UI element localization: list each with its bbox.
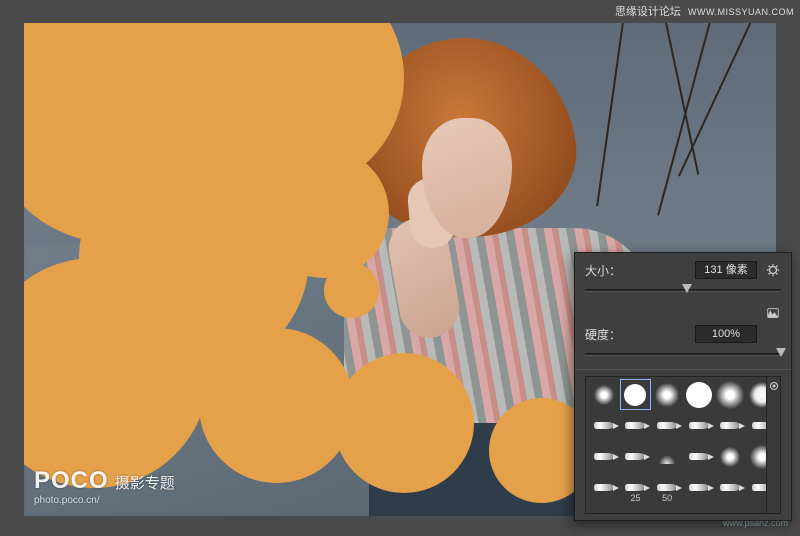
brush-stroke bbox=[324, 263, 379, 318]
brush-preset[interactable] bbox=[621, 380, 651, 409]
brush-tip-icon bbox=[594, 453, 614, 460]
brush-preset[interactable] bbox=[716, 473, 746, 502]
brush-preset[interactable] bbox=[652, 442, 682, 471]
brush-tip-icon bbox=[655, 383, 679, 407]
brush-tip-icon bbox=[657, 484, 677, 491]
flyout-icon[interactable] bbox=[765, 262, 781, 278]
brush-preset[interactable] bbox=[621, 442, 651, 471]
slider-track bbox=[585, 353, 781, 356]
brush-preset[interactable] bbox=[684, 442, 714, 471]
poco-brand: POCO bbox=[34, 467, 109, 494]
panel-divider bbox=[575, 369, 791, 370]
brush-preset[interactable] bbox=[589, 442, 619, 471]
size-input[interactable]: 131 像素 bbox=[695, 261, 757, 279]
brush-preset[interactable]: 50 bbox=[652, 473, 682, 502]
brush-stroke bbox=[199, 328, 354, 483]
brush-tip-icon bbox=[720, 422, 740, 429]
hardness-input[interactable]: 100% bbox=[695, 325, 757, 343]
brush-preset[interactable] bbox=[621, 411, 651, 440]
poco-url: photo.poco.cn/ bbox=[34, 495, 175, 506]
watermark-poco: POCO 摄影专题 photo.poco.cn/ bbox=[34, 467, 175, 506]
brush-tip-icon bbox=[594, 422, 614, 429]
size-slider[interactable] bbox=[585, 283, 781, 297]
brush-preset[interactable] bbox=[716, 411, 746, 440]
brush-tip-icon bbox=[594, 385, 614, 405]
brush-preset[interactable]: 25 bbox=[621, 473, 651, 502]
brush-tip-icon bbox=[689, 453, 709, 460]
preset-size-label: 50 bbox=[652, 493, 682, 503]
brush-preset[interactable] bbox=[716, 380, 746, 409]
brush-tip-icon bbox=[625, 453, 645, 460]
watermark-top-url: WWW.MISSYUAN.COM bbox=[688, 7, 794, 17]
brush-stroke bbox=[259, 148, 389, 278]
brush-preset[interactable] bbox=[589, 473, 619, 502]
brush-tip-icon bbox=[689, 484, 709, 491]
hardness-slider[interactable] bbox=[585, 347, 781, 361]
poco-cn: 摄影专题 bbox=[115, 475, 175, 492]
slider-thumb[interactable] bbox=[682, 284, 692, 293]
brush-tip-icon bbox=[716, 381, 744, 409]
brush-tip-icon bbox=[657, 422, 677, 429]
new-preset-icon[interactable] bbox=[765, 305, 781, 321]
brush-preset[interactable] bbox=[589, 380, 619, 409]
brush-preset[interactable] bbox=[652, 380, 682, 409]
brush-settings-panel: 大小： 131 像素 硬度： 100% 2550 bbox=[574, 252, 792, 521]
brush-tip-icon bbox=[720, 484, 740, 491]
brush-preset[interactable] bbox=[684, 473, 714, 502]
brush-preset[interactable] bbox=[684, 380, 714, 409]
brush-stroke bbox=[334, 353, 474, 493]
brush-preset[interactable] bbox=[716, 442, 746, 471]
brush-tip-icon bbox=[689, 422, 709, 429]
watermark-top-cn: 思缘设计论坛 bbox=[615, 6, 681, 18]
preset-size-label: 25 bbox=[621, 493, 651, 503]
slider-thumb[interactable] bbox=[776, 348, 786, 357]
preset-picker-button[interactable] bbox=[766, 377, 780, 513]
brush-presets: 2550 bbox=[585, 376, 781, 514]
brush-tip-icon bbox=[657, 450, 677, 464]
brush-preset[interactable] bbox=[652, 411, 682, 440]
brush-tip-icon bbox=[594, 484, 614, 491]
brush-tip-icon bbox=[625, 484, 645, 491]
brush-tip-icon bbox=[625, 422, 645, 429]
watermark-top: 思缘设计论坛 WWW.MISSYUAN.COM bbox=[615, 3, 794, 19]
brush-preset[interactable] bbox=[684, 411, 714, 440]
brush-preset[interactable] bbox=[589, 411, 619, 440]
brush-tip-icon bbox=[624, 384, 646, 406]
brush-tip-icon bbox=[720, 447, 740, 467]
size-label: 大小： bbox=[585, 262, 695, 279]
brush-tip-icon bbox=[686, 382, 712, 408]
hardness-label: 硬度： bbox=[585, 326, 695, 343]
